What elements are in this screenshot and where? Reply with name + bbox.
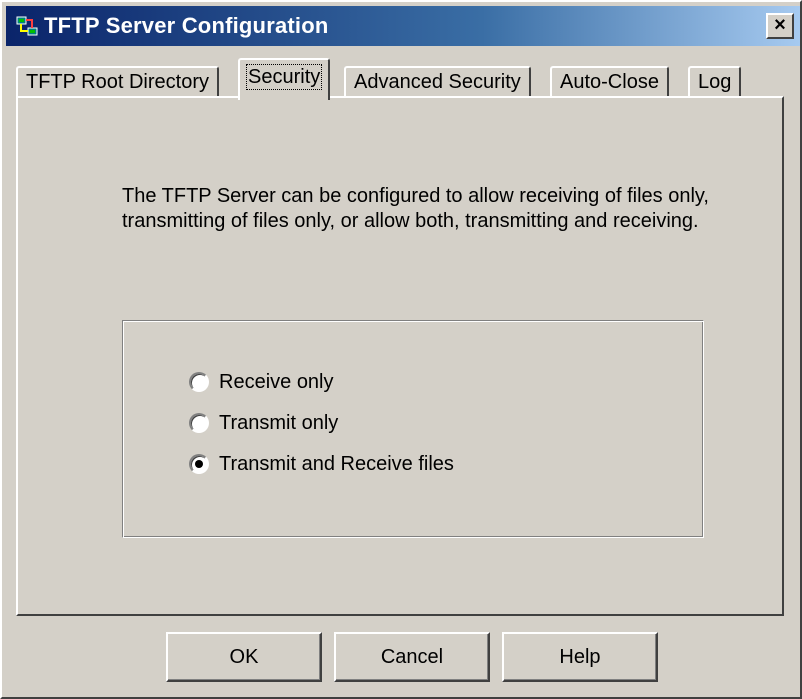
close-button[interactable]: × bbox=[766, 13, 794, 39]
radio-label: Receive only bbox=[219, 370, 334, 393]
tab-label: TFTP Root Directory bbox=[26, 71, 209, 93]
radio-transmit-only[interactable]: Transmit only bbox=[189, 410, 338, 436]
radio-label: Transmit only bbox=[219, 411, 339, 434]
help-button[interactable]: Help bbox=[502, 632, 658, 682]
window-title: TFTP Server Configuration bbox=[44, 13, 329, 38]
radio-button-checked[interactable] bbox=[189, 454, 209, 474]
tab-label: Auto-Close bbox=[560, 71, 659, 93]
radio-selected-dot bbox=[195, 460, 203, 468]
tab-log[interactable]: Log bbox=[688, 66, 742, 98]
transfer-mode-group: Receive only Transmit only Transmit and … bbox=[122, 320, 704, 538]
cancel-button[interactable]: Cancel bbox=[334, 632, 490, 682]
security-tab-panel: The TFTP Server can be configured to all… bbox=[16, 96, 784, 616]
tab-advanced-security[interactable]: Advanced Security bbox=[344, 66, 531, 98]
tab-auto-close[interactable]: Auto-Close bbox=[550, 66, 669, 98]
close-icon: × bbox=[774, 14, 786, 36]
security-description: The TFTP Server can be configured to all… bbox=[122, 185, 709, 232]
dialog-window: TFTP Server Configuration × TFTP Root Di… bbox=[0, 0, 802, 699]
radio-button-unchecked[interactable] bbox=[189, 372, 209, 392]
tftp-app-icon bbox=[16, 16, 38, 36]
radio-receive-only[interactable]: Receive only bbox=[189, 369, 334, 395]
tab-security[interactable]: Security bbox=[238, 58, 331, 100]
title-bar[interactable]: TFTP Server Configuration × bbox=[6, 6, 800, 46]
tab-label: Log bbox=[698, 71, 732, 93]
tab-tftp-root-directory[interactable]: TFTP Root Directory bbox=[16, 66, 219, 98]
radio-label: Transmit and Receive files bbox=[219, 452, 454, 475]
radio-button-unchecked[interactable] bbox=[189, 413, 209, 433]
tab-label: Advanced Security bbox=[354, 71, 521, 93]
ok-button[interactable]: OK bbox=[166, 632, 322, 682]
tab-strip: TFTP Root Directory Security Advanced Se… bbox=[16, 56, 786, 100]
radio-transmit-and-receive[interactable]: Transmit and Receive files bbox=[189, 451, 454, 477]
tab-label: Security bbox=[245, 64, 323, 90]
